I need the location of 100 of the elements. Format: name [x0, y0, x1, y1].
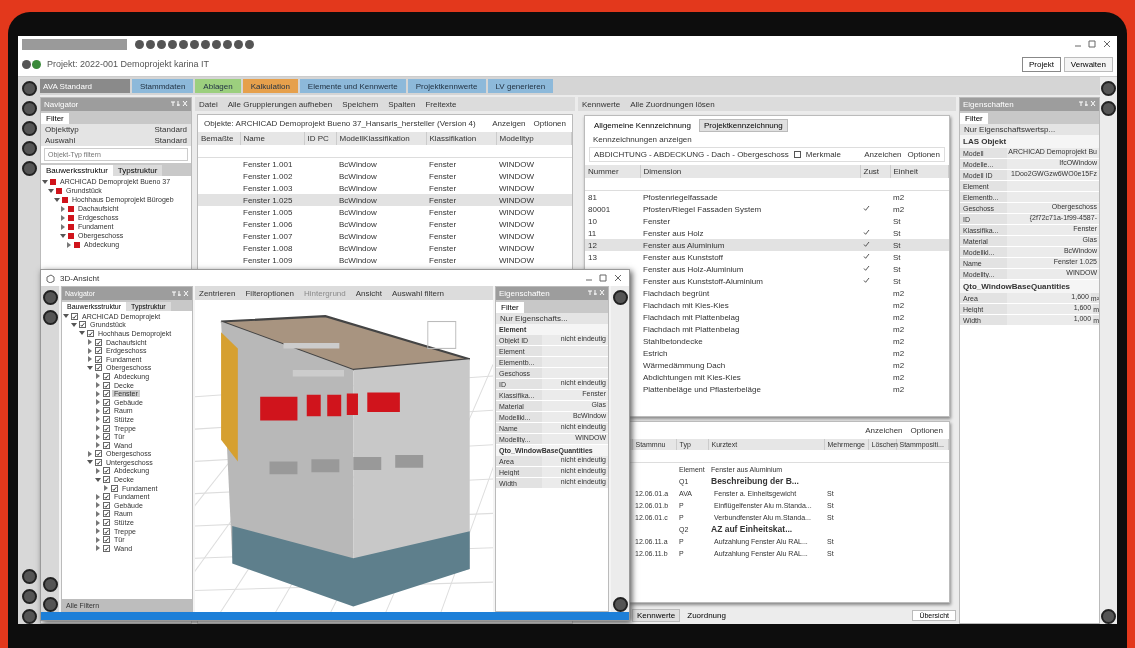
expand-icon[interactable]	[95, 468, 101, 474]
toolbar-button[interactable]: Speichern	[342, 99, 379, 109]
expand-icon[interactable]	[95, 528, 101, 535]
expand-icon[interactable]	[66, 241, 72, 248]
column-header[interactable]: Modelltyp	[496, 132, 572, 145]
ribbon-tab[interactable]: Elemente und Kennwerte	[299, 79, 406, 93]
menu-button[interactable]: Anzeigen	[492, 119, 526, 128]
checkbox[interactable]	[103, 381, 110, 389]
checkbox[interactable]	[103, 544, 110, 552]
toolbar-button[interactable]: Alle Zuordnungen lösen	[630, 99, 715, 109]
circle-button[interactable]	[1101, 81, 1116, 96]
toolbar-button[interactable]: Alle Gruppierungen aufheben	[227, 99, 333, 109]
circle-button[interactable]	[612, 290, 628, 305]
expand-icon[interactable]	[60, 214, 66, 221]
circle-button[interactable]	[21, 101, 37, 116]
filter-value[interactable]: Standard	[154, 125, 187, 134]
collapse-icon[interactable]	[63, 313, 69, 320]
menu-button[interactable]: Anzeichen	[865, 426, 903, 435]
checkbox[interactable]	[103, 493, 110, 501]
panel-tab[interactable]: Projektkennzeichnung	[698, 119, 788, 132]
filter-tab[interactable]: Filter	[41, 113, 69, 124]
circle-button[interactable]	[21, 81, 37, 96]
toolbar-button[interactable]: Datei	[199, 99, 218, 109]
checkbox[interactable]	[103, 390, 110, 398]
circle-button[interactable]	[21, 569, 37, 584]
checkbox[interactable]	[95, 355, 102, 363]
circle-button[interactable]	[21, 609, 37, 624]
menu-button[interactable]: Anzeichen	[864, 150, 902, 159]
column-header[interactable]: Name	[240, 132, 304, 145]
toolbar-button[interactable]: Kennwerte	[582, 99, 621, 109]
expand-icon[interactable]	[87, 450, 93, 457]
collapse-icon[interactable]	[95, 476, 101, 483]
structure-tab[interactable]: Bauwerksstruktur	[41, 165, 113, 176]
checkbox[interactable]	[103, 398, 110, 406]
checkbox[interactable]	[793, 151, 801, 158]
expand-icon[interactable]	[95, 416, 101, 423]
collapse-icon[interactable]	[87, 459, 93, 466]
circle-button[interactable]	[42, 577, 58, 592]
checkbox[interactable]	[95, 450, 102, 458]
circle-button[interactable]	[21, 141, 37, 156]
collapse-icon[interactable]	[54, 196, 60, 203]
ribbon-tab[interactable]: Kalkulation	[242, 79, 298, 93]
header-tab[interactable]: Verwalten	[1063, 56, 1113, 72]
collapse-icon[interactable]	[42, 178, 48, 185]
expand-icon[interactable]	[95, 510, 101, 517]
column-header[interactable]: Dimension	[640, 165, 860, 178]
expand-icon[interactable]	[60, 223, 66, 230]
checkbox[interactable]	[103, 501, 110, 509]
collapse-icon[interactable]	[60, 232, 66, 239]
expand-icon[interactable]	[60, 205, 66, 212]
column-header[interactable]: Einheit	[890, 165, 949, 178]
checkbox[interactable]	[79, 321, 86, 329]
expand-icon[interactable]	[95, 442, 101, 449]
checkbox[interactable]	[103, 433, 110, 441]
toolbar-button[interactable]: Filteroptionen	[245, 288, 294, 298]
hint-link[interactable]: Kennzeichnungen anzeigen	[593, 135, 692, 144]
header-tab[interactable]: Projekt	[1021, 56, 1061, 72]
circle-button[interactable]	[1101, 609, 1116, 624]
ribbon-tab[interactable]: Ablagen	[195, 79, 241, 93]
circle-button[interactable]	[612, 597, 628, 612]
expand-icon[interactable]	[87, 356, 93, 363]
expand-icon[interactable]	[87, 339, 93, 346]
circle-button[interactable]	[21, 121, 37, 136]
ribbon-tab[interactable]: LV generieren	[487, 79, 554, 93]
bottom-tab[interactable]: Zuordnung	[682, 609, 731, 622]
filter-tab[interactable]: Filter	[960, 113, 988, 124]
checkbox[interactable]	[103, 407, 110, 415]
checkbox[interactable]	[103, 476, 110, 484]
expand-icon[interactable]	[95, 536, 101, 543]
circle-button[interactable]	[21, 589, 37, 604]
collapse-icon[interactable]	[71, 321, 77, 328]
checkbox[interactable]	[95, 364, 102, 372]
expand-icon[interactable]	[95, 399, 101, 406]
checkbox[interactable]	[95, 458, 102, 466]
menu-button[interactable]: Optionen	[533, 119, 566, 128]
circle-button[interactable]	[1101, 101, 1116, 116]
expand-icon[interactable]	[103, 485, 109, 492]
expand-icon[interactable]	[95, 519, 101, 526]
checkbox[interactable]	[103, 536, 110, 544]
panel-tab[interactable]: Allgemeine Kennzeichnung	[589, 119, 696, 132]
column-header[interactable]: ID PC	[304, 132, 336, 145]
collapse-icon[interactable]	[79, 330, 85, 337]
circle-button[interactable]	[21, 161, 37, 176]
column-header[interactable]: ModellKlassifikation	[336, 132, 426, 145]
expand-icon[interactable]	[87, 347, 93, 354]
toolbar-dots-icon[interactable]	[135, 39, 254, 49]
collapse-icon[interactable]	[48, 187, 54, 194]
column-header[interactable]: Klassifikation	[426, 132, 496, 145]
toolbar-button[interactable]: Spalten	[388, 99, 416, 109]
toolbar-button[interactable]: Ansicht	[355, 288, 382, 298]
checkbox[interactable]	[103, 467, 110, 475]
menu-button[interactable]: Optionen	[910, 426, 943, 435]
filter-value[interactable]: Standard	[154, 136, 187, 145]
checkbox[interactable]	[103, 372, 110, 380]
expand-icon[interactable]	[95, 382, 101, 389]
collapse-icon[interactable]	[87, 364, 93, 371]
toolbar-button[interactable]: Auswahl filtern	[392, 288, 445, 298]
window-controls-icon[interactable]	[1073, 40, 1113, 48]
circle-button[interactable]	[42, 597, 58, 612]
expand-icon[interactable]	[95, 545, 101, 552]
